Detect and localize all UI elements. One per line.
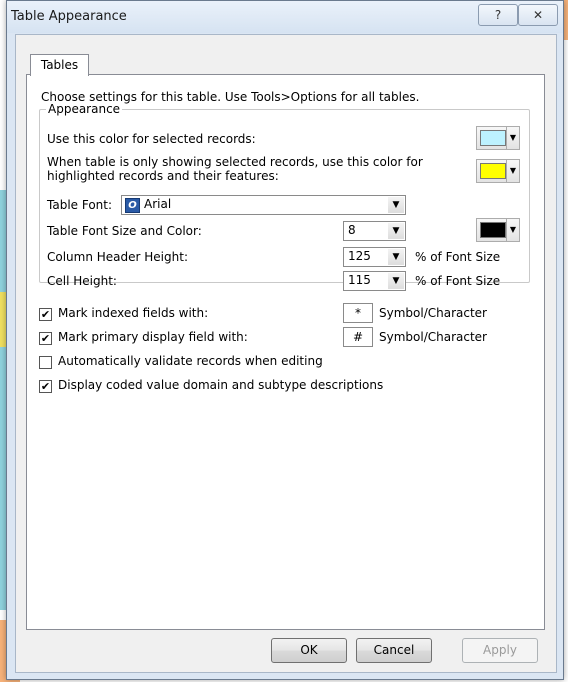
column-header-height-value: 125 — [348, 249, 371, 263]
indexed-symbol-input[interactable]: * — [343, 303, 373, 323]
mark-primary-label[interactable]: Mark primary display field with: — [58, 330, 248, 344]
selected-color-swatch — [480, 130, 506, 146]
dialog-window: Table Appearance ? ✕ Tables Choose setti… — [6, 0, 564, 680]
chevron-down-icon: ▼ — [506, 160, 519, 182]
header-height-unit: % of Font Size — [415, 250, 501, 264]
coded-value-checkbox[interactable]: ✔ — [39, 380, 52, 393]
cell-height-value: 115 — [348, 273, 371, 287]
dialog-client-area: Tables Choose settings for this table. U… — [15, 34, 557, 673]
cell-height-label: Cell Height: — [47, 274, 117, 288]
auto-validate-label[interactable]: Automatically validate records when edit… — [58, 354, 323, 368]
font-size-select[interactable]: 8 ▼ — [343, 221, 406, 241]
close-button[interactable]: ✕ — [518, 4, 558, 26]
font-color-button[interactable]: ▼ — [476, 218, 520, 242]
chevron-down-icon[interactable]: ▼ — [388, 197, 404, 213]
font-size-value: 8 — [348, 223, 356, 237]
table-font-label: Table Font: — [47, 198, 113, 212]
cell-height-unit: % of Font Size — [415, 274, 501, 288]
chevron-down-icon: ▼ — [506, 127, 519, 149]
coded-value-label[interactable]: Display coded value domain and subtype d… — [58, 378, 383, 392]
chevron-down-icon: ▼ — [506, 219, 519, 241]
highlight-color-button[interactable]: ▼ — [476, 159, 520, 183]
ok-button[interactable]: OK — [271, 638, 347, 663]
apply-button[interactable]: Apply — [462, 638, 538, 663]
title-bar[interactable]: Table Appearance ? ✕ — [7, 1, 563, 33]
selected-color-button[interactable]: ▼ — [476, 126, 520, 150]
column-header-height-label: Column Header Height: — [47, 250, 188, 264]
mark-indexed-checkbox[interactable]: ✔ — [39, 308, 52, 321]
help-button[interactable]: ? — [478, 4, 518, 26]
cancel-button[interactable]: Cancel — [356, 638, 432, 663]
selected-color-label: Use this color for selected records: — [47, 132, 256, 146]
chevron-down-icon[interactable]: ▼ — [388, 223, 404, 239]
table-font-value: Arial — [144, 197, 172, 211]
table-font-select[interactable]: O Arial ▼ — [121, 195, 406, 215]
window-title: Table Appearance — [11, 9, 127, 24]
highlight-color-label-line2: highlighted records and their features: — [47, 169, 279, 183]
tab-tables[interactable]: Tables — [30, 54, 89, 76]
tab-panel: Choose settings for this table. Use Tool… — [26, 74, 545, 630]
opentype-font-icon: O — [125, 198, 140, 213]
indexed-symbol-caption: Symbol/Character — [379, 306, 487, 320]
auto-validate-checkbox[interactable] — [39, 356, 52, 369]
highlight-color-label-line1: When table is only showing selected reco… — [47, 155, 423, 169]
font-size-color-label: Table Font Size and Color: — [47, 224, 202, 238]
primary-symbol-input[interactable]: # — [343, 327, 373, 347]
primary-symbol-caption: Symbol/Character — [379, 330, 487, 344]
highlight-color-swatch — [480, 163, 506, 179]
chevron-down-icon[interactable]: ▼ — [388, 249, 404, 265]
cell-height-select[interactable]: 115 ▼ — [343, 271, 406, 291]
mark-primary-checkbox[interactable]: ✔ — [39, 332, 52, 345]
appearance-legend: Appearance — [48, 102, 121, 116]
mark-indexed-label[interactable]: Mark indexed fields with: — [58, 306, 208, 320]
font-color-swatch — [480, 222, 506, 238]
column-header-height-select[interactable]: 125 ▼ — [343, 247, 406, 267]
chevron-down-icon[interactable]: ▼ — [388, 273, 404, 289]
